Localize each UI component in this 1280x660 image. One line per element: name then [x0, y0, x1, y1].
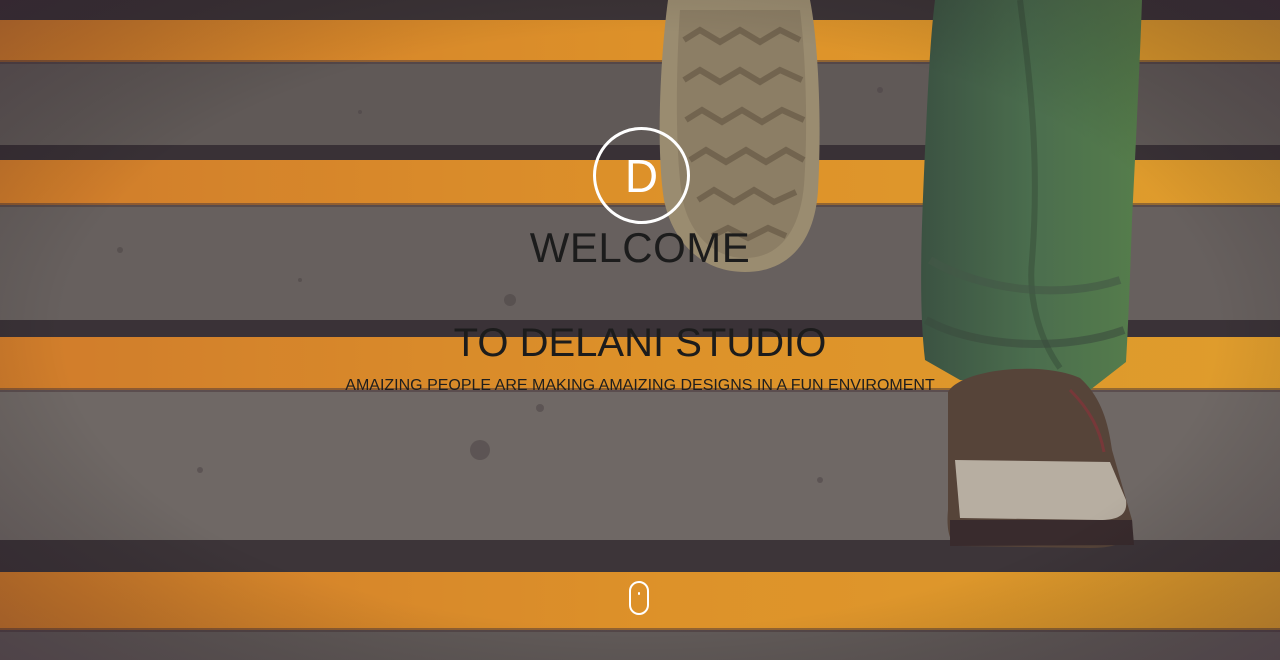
- mouse-scroll-icon[interactable]: [629, 581, 649, 615]
- hero-tagline: AMAIZING PEOPLE ARE MAKING AMAIZING DESI…: [345, 377, 935, 394]
- logo-letter: D: [624, 149, 659, 202]
- hero-section: D WELCOME TO DELANI STUDIO AMAIZING PEOP…: [0, 0, 1280, 660]
- mouse-wheel: [638, 592, 640, 595]
- studio-heading: TO DELANI STUDIO: [453, 321, 827, 365]
- hero-content: D WELCOME TO DELANI STUDIO AMAIZING PEOP…: [0, 0, 1280, 660]
- welcome-heading: WELCOME: [529, 224, 751, 271]
- logo-badge[interactable]: D: [593, 127, 690, 224]
